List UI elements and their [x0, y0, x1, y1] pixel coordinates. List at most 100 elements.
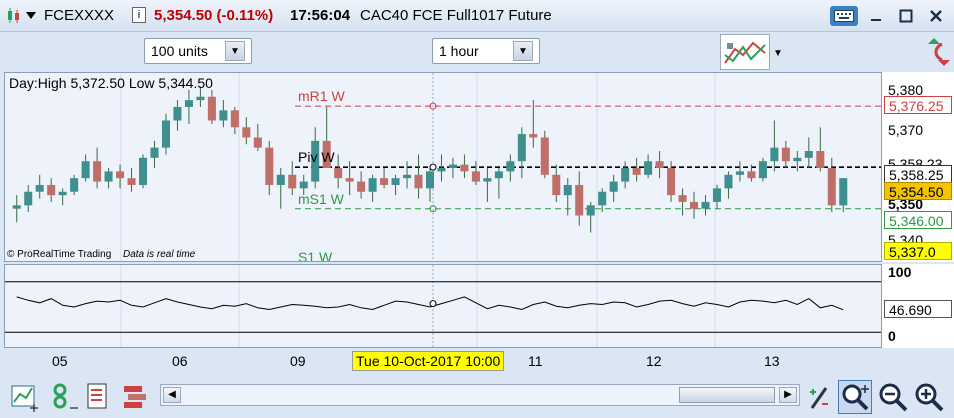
- scroll-thumb[interactable]: [679, 387, 775, 403]
- zoom-out-icon[interactable]: [878, 382, 908, 412]
- scroll-right-icon[interactable]: ▶: [779, 387, 797, 403]
- chevron-down-icon[interactable]: ▼: [513, 41, 533, 61]
- candle-up: [724, 174, 733, 189]
- crosshair-marker: [429, 300, 437, 308]
- candle-up: [804, 151, 813, 158]
- candle-up: [735, 171, 744, 175]
- date-tick: 13: [764, 353, 780, 369]
- drawing-tools-icon[interactable]: [120, 382, 150, 412]
- candle-up: [621, 168, 630, 182]
- candle-down: [632, 168, 641, 175]
- candle-up: [70, 178, 79, 192]
- s1-label: S1 W: [298, 249, 333, 262]
- price-change: 5,354.50 (-0.11%): [154, 7, 274, 24]
- realtime-note: Data is real time: [123, 249, 196, 260]
- zoom-in-icon[interactable]: [914, 382, 944, 412]
- add-indicator-icon[interactable]: [10, 382, 40, 412]
- cursor-time-label: Tue 10-Oct-2017 10:00: [352, 351, 505, 371]
- candle-up: [448, 164, 457, 168]
- probacktest-icon[interactable]: [50, 382, 80, 412]
- candlestick-icon: [8, 8, 19, 23]
- horizontal-scrollbar[interactable]: ◀ ▶: [160, 384, 800, 406]
- candle-down: [207, 96, 216, 121]
- magic-wand-icon[interactable]: [806, 382, 832, 412]
- close-icon[interactable]: [924, 6, 948, 26]
- date-tick: 06: [172, 353, 188, 369]
- candle-up: [104, 171, 113, 182]
- candle-down: [690, 201, 699, 209]
- osc-value-badge: 46.690: [884, 300, 952, 318]
- time-axis[interactable]: 05 06 09 11 12 13 Tue 10-Oct-2017 10:00: [4, 348, 882, 374]
- minimize-icon[interactable]: [864, 6, 888, 26]
- price-axis[interactable]: 5,380 5,370 5,358.23 5,350 5,340 5,376.2…: [882, 72, 954, 262]
- units-select[interactable]: 100 units ▼: [144, 38, 252, 64]
- candle-down: [242, 127, 251, 138]
- quote-time: 17:56:04: [290, 7, 351, 24]
- price-chart-canvas[interactable]: [5, 73, 882, 262]
- chevron-down-icon[interactable]: ▼: [225, 41, 245, 61]
- osc-tick-top: 100: [888, 264, 912, 280]
- mr1-price-badge: 5,376.25: [884, 96, 952, 114]
- candle-up: [391, 178, 400, 185]
- vertical-grid: [120, 265, 716, 347]
- chart-style-dropdown-icon[interactable]: ▼: [770, 40, 786, 66]
- candle-down: [230, 110, 239, 128]
- candle-up: [35, 184, 44, 192]
- candle-down: [253, 137, 262, 148]
- zoom-area-icon[interactable]: [838, 380, 872, 414]
- candle-down: [540, 137, 549, 175]
- candle-up: [609, 181, 618, 192]
- pivot-price-badge: 5,358.25: [884, 165, 952, 183]
- candle-down: [93, 161, 102, 182]
- sort-arrows-icon[interactable]: [926, 34, 952, 70]
- price-tick: 5,370: [888, 122, 924, 138]
- window-controls: [830, 6, 948, 26]
- candle-up: [586, 205, 595, 216]
- date-tick: 09: [290, 353, 306, 369]
- day-high-low: Day:High 5,372.50 Low 5,344.50: [9, 75, 213, 91]
- candle-down: [552, 174, 561, 196]
- candle-up: [150, 147, 159, 158]
- candle-up: [712, 188, 722, 202]
- price-chart[interactable]: Day:High 5,372.50 Low 5,344.50 mR1 W Piv…: [4, 72, 882, 262]
- candle-up: [58, 191, 67, 196]
- candle-down: [460, 164, 469, 172]
- mr1-label: mR1 W: [298, 88, 345, 105]
- candle-up: [598, 191, 607, 206]
- symbol-label[interactable]: FCEXXXX: [44, 7, 114, 24]
- credit-text: © ProRealTime Trading: [7, 249, 112, 260]
- candle-up: [644, 161, 653, 175]
- chart-style-icon[interactable]: [720, 34, 770, 70]
- s1-price-badge: 5,337.0: [884, 242, 952, 260]
- strategy-icon[interactable]: [86, 382, 110, 412]
- candle-up: [276, 174, 285, 185]
- info-icon[interactable]: i: [132, 7, 146, 23]
- ms1-label: mS1 W: [298, 190, 344, 207]
- candle-down: [667, 168, 676, 196]
- candle-up: [758, 161, 767, 179]
- scroll-left-icon[interactable]: ◀: [163, 387, 181, 403]
- timeframe-select[interactable]: 1 hour ▼: [432, 38, 540, 64]
- candle-up: [81, 161, 90, 179]
- candle-up: [368, 178, 377, 192]
- candle-down: [816, 151, 825, 168]
- pivot-label: Piv W: [298, 149, 335, 166]
- candle-up: [24, 191, 33, 206]
- candle-up: [770, 147, 779, 162]
- candle-down: [47, 184, 56, 196]
- keyboard-icon[interactable]: [830, 6, 858, 26]
- candle-down: [345, 178, 354, 182]
- candle-down: [747, 171, 756, 179]
- instrument-description: CAC40 FCE Full1017 Future: [360, 7, 552, 24]
- candle-down: [529, 134, 538, 138]
- bottom-toolbar: ◀ ▶: [0, 376, 954, 418]
- maximize-icon[interactable]: [894, 6, 918, 26]
- candle-down: [357, 181, 366, 192]
- candle-up: [839, 178, 848, 206]
- oscillator-chart[interactable]: [4, 264, 882, 348]
- candle-down: [288, 174, 297, 189]
- symbol-dropdown-icon[interactable]: [26, 12, 36, 19]
- oscillator-canvas[interactable]: [5, 265, 882, 348]
- date-tick: 11: [528, 353, 543, 369]
- candle-down: [127, 178, 136, 185]
